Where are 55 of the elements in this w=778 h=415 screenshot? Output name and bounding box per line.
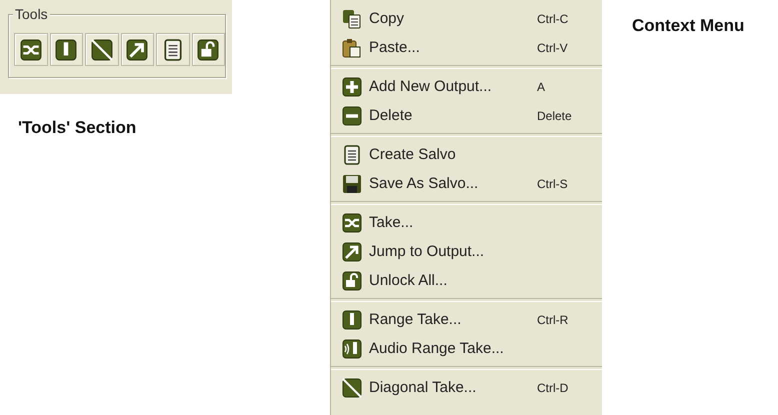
menu-item[interactable]: Unlock All... xyxy=(331,266,602,295)
tool-button[interactable] xyxy=(156,33,190,66)
padlock-icon xyxy=(197,38,220,60)
shortcut-label: Ctrl-D xyxy=(537,380,568,394)
vertical-bar-icon xyxy=(55,38,78,60)
menu-item-label: Save As Salvo... xyxy=(369,175,480,192)
diagonal-line-icon xyxy=(342,378,362,398)
document-icon xyxy=(162,38,184,60)
group-title: Tools xyxy=(13,6,50,22)
shortcut-label: Ctrl-V xyxy=(537,40,568,54)
minus-icon xyxy=(342,106,362,126)
shortcut-label: Ctrl-C xyxy=(537,12,568,26)
menu-item-label: Diagonal Take... xyxy=(369,379,478,396)
shortcut-label: Ctrl-S xyxy=(537,176,568,190)
menu-item[interactable]: Delete Delete xyxy=(331,101,602,130)
document-icon xyxy=(342,144,362,164)
shuffle-arrows-icon xyxy=(20,38,42,60)
menu-item-label: Jump to Output... xyxy=(369,243,486,260)
menu-item-label: Range Take... xyxy=(369,311,462,328)
menu-item-label: Paste... xyxy=(369,39,421,56)
menu-item-label: Take... xyxy=(369,214,414,231)
tool-button[interactable] xyxy=(120,33,154,66)
shortcut-label: Ctrl-R xyxy=(537,312,568,326)
tool-button[interactable] xyxy=(14,33,48,66)
menu-item[interactable]: Jump to Output... xyxy=(331,237,602,266)
menu-item[interactable]: Audio Range Take... xyxy=(331,334,602,363)
menu-item-label: Delete xyxy=(369,107,414,124)
clipboard-icon xyxy=(342,38,362,58)
menu-item-label: Copy xyxy=(369,10,406,27)
plus-icon xyxy=(342,76,362,96)
menu-item[interactable]: Paste... Ctrl-V xyxy=(331,33,602,62)
menu-item[interactable]: Copy Ctrl-C xyxy=(331,4,602,33)
padlock-icon xyxy=(342,270,362,290)
menu-item-label: Add New Output... xyxy=(369,78,493,95)
shortcut-label: A xyxy=(537,80,546,94)
shuffle-arrows-icon xyxy=(342,212,362,232)
tool-button[interactable] xyxy=(192,33,225,66)
caption: Context Menu xyxy=(632,16,744,36)
menu-item[interactable]: Range Take... Ctrl-R xyxy=(331,305,602,334)
menu-item[interactable]: Take... xyxy=(331,208,602,237)
menu-item[interactable]: Add New Output... A xyxy=(331,72,602,101)
tool-button[interactable] xyxy=(85,33,118,66)
speaker-bar-icon xyxy=(342,338,362,358)
vertical-bar-icon xyxy=(342,310,362,330)
copy-pages-icon xyxy=(342,8,362,28)
diagonal-line-icon xyxy=(90,38,113,60)
menu-item-label: Create Salvo xyxy=(369,146,457,163)
menu-item[interactable]: Create Salvo xyxy=(331,140,602,169)
shortcut-label: Delete xyxy=(537,108,572,122)
menu-item[interactable]: Diagonal Take... Ctrl-D xyxy=(331,373,602,402)
tool-button[interactable] xyxy=(50,33,83,66)
menu-item-label: Audio Range Take... xyxy=(369,340,505,357)
menu-item-label: Unlock All... xyxy=(369,272,448,289)
menu-item[interactable]: Save As Salvo... Ctrl-S xyxy=(331,169,602,198)
caption: 'Tools' Section xyxy=(18,118,138,138)
